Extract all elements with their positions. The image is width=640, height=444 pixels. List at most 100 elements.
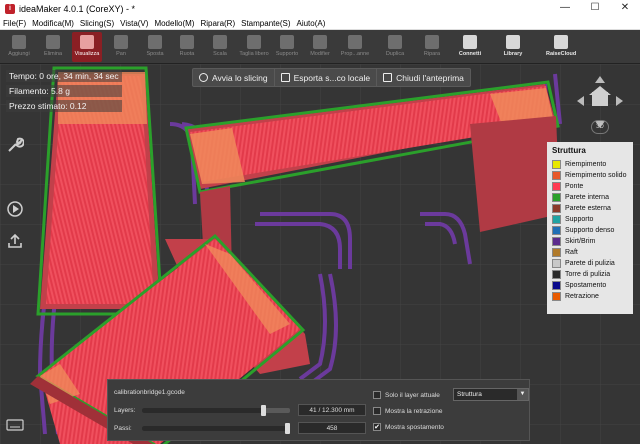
library-icon	[506, 35, 520, 49]
raisecloud-button[interactable]: RaiseCloud	[546, 32, 576, 62]
repair-button[interactable]: Ripara	[417, 32, 447, 62]
steps-row: Passi: 458	[114, 422, 366, 434]
trash-icon	[46, 35, 60, 49]
steps-slider[interactable]	[142, 422, 291, 434]
scale-button[interactable]: Scala	[205, 32, 235, 62]
maximize-button[interactable]: ☐	[580, 0, 610, 17]
filament-weight: Filamento: 5.8 g	[6, 85, 122, 97]
rotate-button[interactable]: Ruota	[172, 32, 202, 62]
legend-swatch	[552, 160, 561, 169]
legend-item: Parete di pulizia	[552, 258, 628, 269]
legend-label: Parete esterna	[565, 205, 611, 212]
menu-file[interactable]: File(F)	[3, 19, 26, 28]
add-button[interactable]: Aggiungi	[4, 32, 34, 62]
delete-button[interactable]: Elimina	[38, 32, 68, 62]
layers-spinbox[interactable]: 41 / 12.300 mm	[298, 404, 366, 416]
menu-printer[interactable]: Stampante(S)	[241, 19, 290, 28]
legend-swatch	[552, 270, 561, 279]
repair-icon	[425, 35, 439, 49]
legend-item: Riempimento solido	[552, 170, 628, 181]
structure-legend: Struttura Riempimento Riempimento solido P…	[547, 142, 633, 314]
legend-label: Riempimento	[565, 161, 607, 168]
legend-swatch	[552, 292, 561, 301]
layers-label: Layers:	[114, 406, 136, 414]
legend-label: Supporto denso	[565, 227, 615, 234]
legend-swatch	[552, 226, 561, 235]
legend-swatch	[552, 237, 561, 246]
layers-row: Layers: 41 / 12.300 mm	[114, 404, 366, 416]
duplicate-button[interactable]: Duplica	[380, 32, 410, 62]
legend-swatch	[552, 215, 561, 224]
legend-swatch	[552, 171, 561, 180]
view-mode-select[interactable]: Struttura ▼	[453, 388, 529, 401]
play-preview-icon[interactable]	[6, 200, 24, 218]
properties-icon	[348, 35, 362, 49]
menu-help[interactable]: Aiuto(A)	[296, 19, 325, 28]
menu-model[interactable]: Modello(M)	[154, 19, 194, 28]
menu-view[interactable]: Vista(V)	[120, 19, 148, 28]
eye-icon	[80, 35, 94, 49]
slice-stats: Tempo: 0 ore, 34 min, 34 sec Filamento: …	[6, 70, 122, 115]
title-bar: i ideaMaker 4.0.1 (CoreXY) - * — ☐ ✕	[0, 0, 640, 17]
legend-label: Ponte	[565, 183, 584, 190]
wrench-icon[interactable]	[6, 136, 25, 154]
support-button[interactable]: Supporto	[272, 32, 302, 62]
legend-label: Supporto	[565, 216, 594, 223]
steps-slider-thumb[interactable]	[285, 422, 291, 434]
show-travel-checkbox[interactable]: ✔ Mostra spostamento	[373, 423, 444, 431]
window-title: ideaMaker 4.0.1 (CoreXY) - *	[19, 3, 136, 14]
legend-item: Skirt/Brim	[552, 236, 628, 247]
view-3d-label[interactable]: 3D	[591, 120, 609, 134]
cut-button[interactable]: Taglia libero	[239, 32, 269, 62]
move-button[interactable]: Sposta	[140, 32, 170, 62]
legend-item: Spostamento	[552, 280, 628, 291]
layers-slider-fill	[142, 407, 264, 413]
upload-icon[interactable]	[6, 232, 24, 250]
start-slicing-button[interactable]: Avvia lo slicing	[193, 69, 275, 86]
scale-icon	[213, 35, 227, 49]
hand-icon	[114, 35, 128, 49]
close-button[interactable]: ✕	[610, 0, 640, 17]
show-travel-box[interactable]: ✔	[373, 423, 381, 431]
legend-item: Parete esterna	[552, 203, 628, 214]
legend-item: Ponte	[552, 181, 628, 192]
pan-button[interactable]: Pan	[106, 32, 136, 62]
legend-label: Retrazione	[565, 293, 599, 300]
legend-item: Supporto denso	[552, 225, 628, 236]
legend-title: Struttura	[552, 146, 586, 155]
rotate-icon	[180, 35, 194, 49]
show-retraction-checkbox[interactable]: Mostra la retrazione	[373, 407, 442, 415]
chevron-down-icon[interactable]: ▼	[517, 389, 528, 400]
legend-label: Skirt/Brim	[565, 238, 596, 245]
legend-item: Raft	[552, 247, 628, 258]
layer-panel: calibrationbridge1.gcode Layers: 41 / 12…	[107, 379, 530, 441]
export-local-button[interactable]: Esporta s...co locale	[275, 69, 378, 86]
close-preview-button[interactable]: Chiudi l'anteprima	[377, 69, 470, 86]
legend-label: Riempimento solido	[565, 172, 627, 179]
only-current-layer-checkbox[interactable]: Solo il layer attuale	[373, 391, 440, 399]
properties-button[interactable]: Prop...anne	[340, 32, 370, 62]
menu-repair[interactable]: Ripara(R)	[200, 19, 235, 28]
ideamaker-logo-icon: i	[5, 3, 15, 14]
support-icon	[280, 35, 294, 49]
legend-label: Torre di pulizia	[565, 271, 611, 278]
layers-slider-thumb[interactable]	[261, 404, 267, 416]
legend-item: Supporto	[552, 214, 628, 225]
minimize-button[interactable]: —	[550, 0, 580, 17]
library-button[interactable]: Library	[498, 32, 528, 62]
menu-bar: File(F) Modifica(M) Slicing(S) Vista(V) …	[0, 17, 640, 30]
only-current-layer-box[interactable]	[373, 391, 381, 399]
play-icon	[199, 73, 208, 82]
legend-swatch	[552, 204, 561, 213]
layers-slider[interactable]	[142, 404, 290, 416]
keyboard-icon[interactable]	[6, 418, 24, 436]
view-button[interactable]: Visualizza	[72, 32, 102, 62]
menu-edit[interactable]: Modifica(M)	[32, 19, 74, 28]
show-retraction-box[interactable]	[373, 407, 381, 415]
steps-spinbox[interactable]: 458	[298, 422, 366, 434]
modifier-button[interactable]: Modifier	[305, 32, 335, 62]
menu-slicing[interactable]: Slicing(S)	[80, 19, 114, 28]
legend-swatch	[552, 182, 561, 191]
legend-item: Torre di pulizia	[552, 269, 628, 280]
connect-button[interactable]: Connetti	[455, 32, 485, 62]
